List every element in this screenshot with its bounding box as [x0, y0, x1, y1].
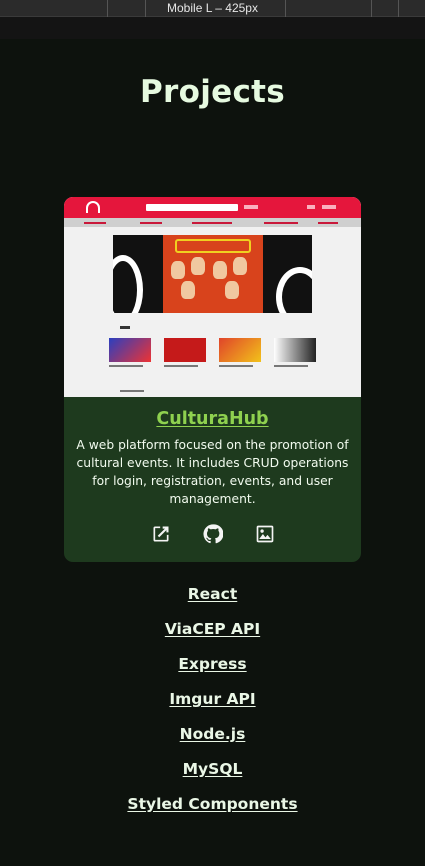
project-screenshot[interactable]: [64, 197, 361, 397]
project-name-link[interactable]: CulturaHub: [64, 409, 361, 429]
screenshot-footer-text: [120, 390, 144, 392]
page-title: Projects: [139, 74, 285, 110]
banner-face: [213, 261, 227, 279]
screenshot-event-tile: [164, 338, 206, 362]
screenshot-navbar: [64, 197, 361, 218]
banner-face: [171, 261, 185, 279]
screenshot-search: [146, 204, 238, 211]
project-links: [64, 524, 361, 544]
banner-face: [191, 257, 205, 275]
banner-face: [233, 257, 247, 275]
tech-link-styled-components[interactable]: Styled Components: [0, 795, 425, 813]
external-link-icon[interactable]: [151, 524, 171, 544]
screenshot-nav-text: [307, 205, 315, 209]
screenshot-event-tile: [109, 338, 151, 362]
banner-face: [225, 281, 239, 299]
banner-swirl: [113, 255, 143, 313]
screenshot-section-heading: [120, 326, 130, 329]
banner-swirl: [276, 267, 312, 313]
screenshot-nav-text: [244, 205, 258, 209]
image-icon[interactable]: [255, 524, 275, 544]
project-description: A web platform focused on the promotion …: [76, 438, 349, 506]
screenshot-tile-text: [219, 365, 253, 367]
viewport-top-strip: [0, 17, 425, 39]
screenshot-subnav-text: [318, 222, 338, 224]
github-icon[interactable]: [203, 524, 223, 544]
tech-link-imgur-api[interactable]: Imgur API: [0, 690, 425, 708]
banner-face: [181, 281, 195, 299]
tech-link-react[interactable]: React: [0, 585, 425, 603]
screenshot-nav-text: [322, 205, 336, 209]
tech-link-viacep-api[interactable]: ViaCEP API: [0, 620, 425, 638]
device-label: Mobile L – 425px: [167, 1, 258, 15]
screenshot-subnav-text: [264, 222, 298, 224]
screenshot-logo: [86, 201, 100, 213]
tech-link-nodejs[interactable]: Node.js: [0, 725, 425, 743]
screenshot-banner: [113, 235, 312, 313]
screenshot-subnav-text: [140, 222, 162, 224]
devtools-device-bar: Mobile L – 425px: [0, 0, 425, 17]
screenshot-tile-text: [274, 365, 308, 367]
banner-title-frame: [175, 239, 251, 253]
project-card: CulturaHub A web platform focused on the…: [64, 197, 361, 562]
screenshot-tile-text: [109, 365, 143, 367]
screenshot-event-tile: [219, 338, 261, 362]
tech-link-mysql[interactable]: MySQL: [0, 760, 425, 778]
screenshot-subnav-text: [192, 222, 232, 224]
tech-link-express[interactable]: Express: [0, 655, 425, 673]
screenshot-event-tile: [274, 338, 316, 362]
screenshot-subnav-text: [84, 222, 106, 224]
screenshot-tile-text: [164, 365, 198, 367]
